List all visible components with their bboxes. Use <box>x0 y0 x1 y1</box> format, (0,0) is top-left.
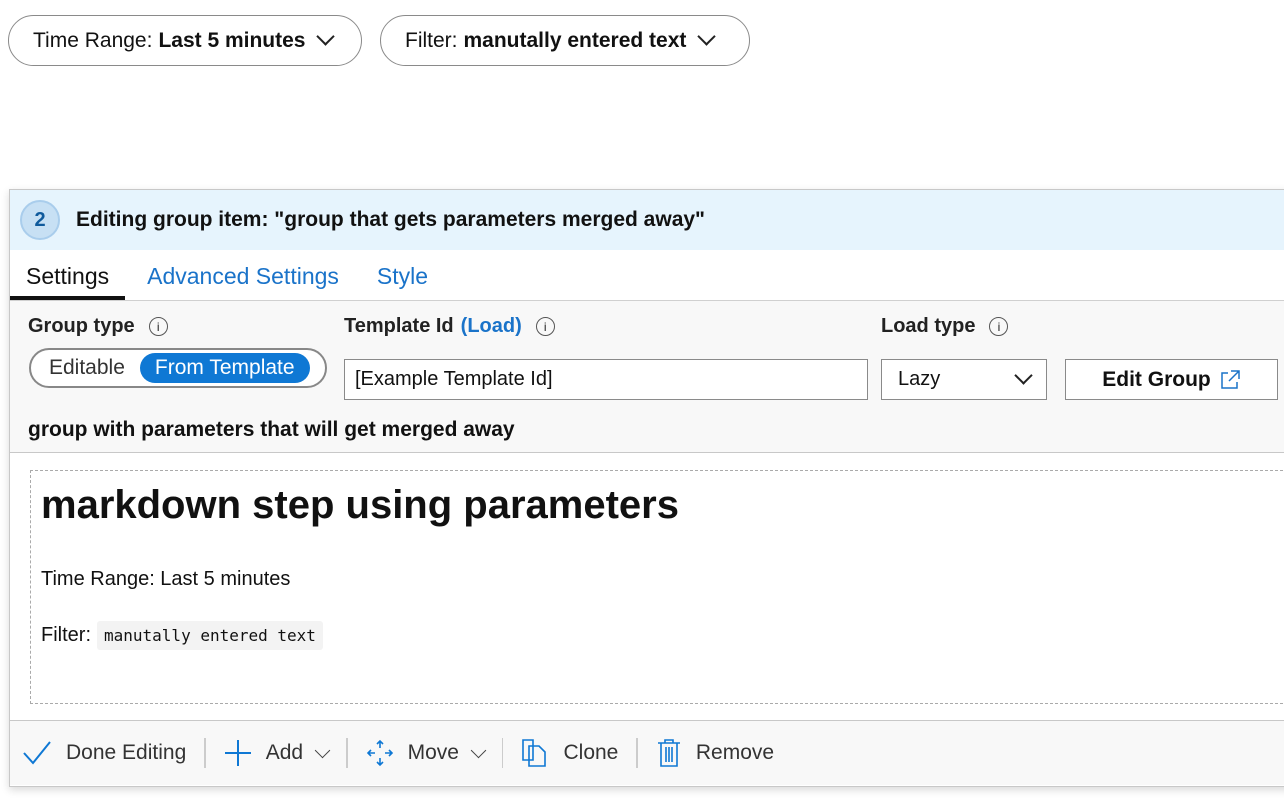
group-type-toggle: Editable From Template <box>29 348 327 388</box>
chevron-down-icon <box>470 742 487 758</box>
group-type-label: Group type i <box>28 315 168 338</box>
remove-button[interactable]: Remove <box>638 738 792 768</box>
info-icon[interactable]: i <box>148 317 168 336</box>
option-editable[interactable]: Editable <box>34 353 140 383</box>
move-arrows-icon <box>366 739 393 767</box>
load-type-label: Load type i <box>881 315 1009 338</box>
template-id-label: Template Id (Load) i <box>344 315 555 338</box>
edit-group-label: Edit Group <box>1102 367 1211 391</box>
markdown-filter-value: manutally entered text <box>97 621 323 650</box>
load-type-label-text: Load type <box>881 315 976 337</box>
info-icon[interactable]: i <box>989 317 1009 336</box>
tab-style[interactable]: Style <box>361 263 444 300</box>
trash-icon <box>657 739 680 767</box>
clone-icon <box>522 739 547 767</box>
filter-value: manutally entered text <box>463 28 687 52</box>
filter-label: Filter: <box>405 28 458 52</box>
info-icon[interactable]: i <box>535 317 555 336</box>
external-link-icon <box>1221 369 1240 389</box>
chevron-down-icon <box>316 27 336 46</box>
editor-header: 2 Editing group item: "group that gets p… <box>10 190 1284 250</box>
group-title: group with parameters that will get merg… <box>10 407 1284 453</box>
load-type-value: Lazy <box>898 368 941 390</box>
template-id-label-text: Template Id <box>344 315 454 337</box>
tab-advanced-settings[interactable]: Advanced Settings <box>131 263 355 300</box>
chevron-down-icon <box>314 742 331 758</box>
step-number-badge: 2 <box>20 200 60 240</box>
settings-section: Group type i Editable From Template Templ… <box>10 301 1284 407</box>
option-from-template[interactable]: From Template <box>139 353 310 383</box>
time-range-value: Last 5 minutes <box>158 28 306 52</box>
chevron-down-icon <box>697 27 717 46</box>
tab-settings[interactable]: Settings <box>10 263 126 300</box>
move-button[interactable]: Move <box>348 739 502 767</box>
markdown-heading: markdown step using parameters <box>41 483 679 527</box>
load-link[interactable]: (Load) <box>461 315 522 338</box>
filter-dropdown[interactable]: Filter: manutally entered text <box>380 15 750 66</box>
chevron-down-icon <box>1014 366 1033 385</box>
time-range-dropdown[interactable]: Time Range: Last 5 minutes <box>8 15 362 66</box>
done-editing-button[interactable]: Done Editing <box>22 740 204 766</box>
group-editor-panel: 2 Editing group item: "group that gets p… <box>9 189 1284 787</box>
clone-label: Clone <box>563 741 619 764</box>
done-editing-label: Done Editing <box>66 741 187 764</box>
group-type-label-text: Group type <box>28 315 135 337</box>
checkmark-icon <box>23 741 51 765</box>
group-content: markdown step using parameters Time Rang… <box>10 453 1284 721</box>
edit-group-button[interactable]: Edit Group <box>1065 359 1278 400</box>
clone-button[interactable]: Clone <box>503 738 636 768</box>
editor-title: Editing group item: "group that gets par… <box>76 208 706 231</box>
markdown-step[interactable]: markdown step using parameters Time Rang… <box>30 470 1284 704</box>
editor-toolbar: Done Editing Add Move Clone Remove <box>10 721 1284 785</box>
tab-bar: Settings Advanced Settings Style <box>10 250 1284 301</box>
load-type-dropdown[interactable]: Lazy <box>881 359 1047 400</box>
template-id-input[interactable]: [Example Template Id] <box>344 359 868 400</box>
markdown-filter-label: Filter: <box>41 624 91 646</box>
plus-icon <box>224 740 251 766</box>
markdown-filter: Filter: manutally entered text <box>41 621 1284 650</box>
remove-label: Remove <box>695 741 775 764</box>
move-label: Move <box>407 741 459 764</box>
time-range-label: Time Range: <box>33 28 153 52</box>
markdown-time-range: Time Range: Last 5 minutes <box>41 568 291 590</box>
add-button[interactable]: Add <box>206 739 346 767</box>
add-label: Add <box>265 741 304 764</box>
